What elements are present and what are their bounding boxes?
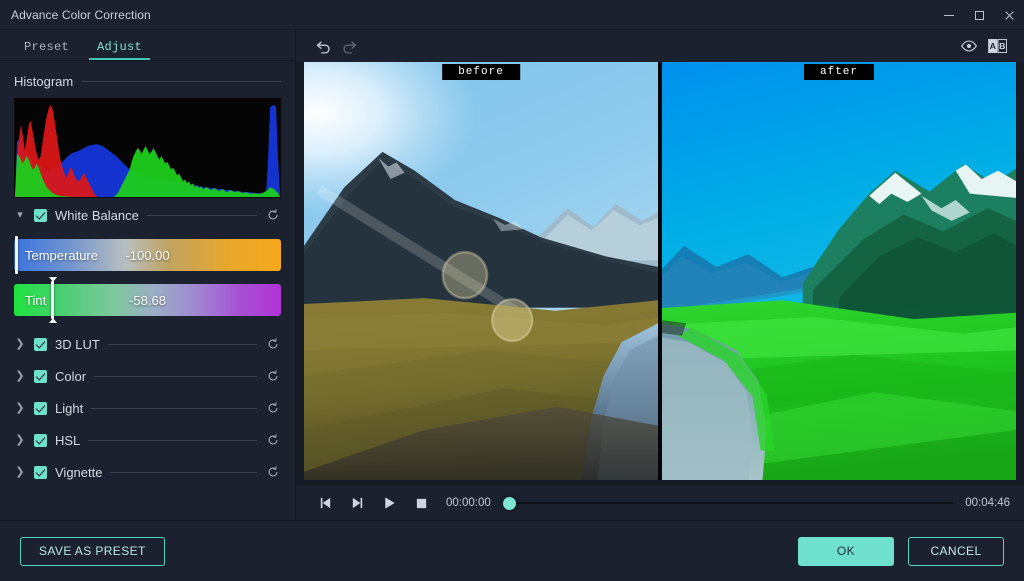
previous-frame-button[interactable] — [310, 490, 340, 516]
divider-line — [91, 408, 257, 409]
white-balance-reset-icon[interactable] — [265, 207, 281, 223]
timeline-scrubber[interactable] — [503, 496, 953, 510]
preview-after: after — [662, 62, 1016, 480]
tint-handle[interactable] — [51, 281, 54, 319]
vignette-label: Vignette — [55, 465, 102, 480]
preview-stage: before — [296, 62, 1024, 486]
hsl-reset-icon[interactable] — [265, 432, 281, 448]
next-frame-button[interactable] — [342, 490, 372, 516]
after-tag: after — [804, 64, 874, 80]
chevron-right-icon[interactable]: ❯ — [14, 467, 26, 478]
dialog-body: Preset Adjust Histogram — [0, 30, 1024, 520]
maximize-icon — [975, 11, 984, 20]
chevron-right-icon[interactable]: ❯ — [14, 435, 26, 446]
preview-panel: A B — [296, 30, 1024, 520]
color-checkbox[interactable] — [34, 370, 47, 383]
close-icon — [1004, 10, 1015, 21]
before-tag: before — [442, 64, 520, 80]
cancel-button[interactable]: CANCEL — [908, 537, 1004, 566]
preview-toolbar: A B — [296, 30, 1024, 62]
save-as-preset-button[interactable]: SAVE AS PRESET — [20, 537, 165, 566]
group-white-balance[interactable]: ▾ White Balance — [14, 200, 281, 230]
vignette-checkbox[interactable] — [34, 466, 47, 479]
title-bar: Advance Color Correction — [0, 0, 1024, 30]
light-checkbox[interactable] — [34, 402, 47, 415]
color-reset-icon[interactable] — [265, 368, 281, 384]
hsl-label: HSL — [55, 433, 80, 448]
preview-before: before — [304, 62, 658, 480]
undo-icon[interactable] — [310, 34, 336, 58]
divider-line — [108, 344, 257, 345]
group-hsl[interactable]: ❯ HSL — [14, 425, 281, 455]
temperature-handle[interactable] — [15, 236, 18, 274]
playhead-handle[interactable] — [503, 497, 516, 510]
group-light[interactable]: ❯ Light — [14, 393, 281, 423]
svg-text:A: A — [989, 41, 996, 51]
white-balance-label: White Balance — [55, 208, 139, 223]
3d-lut-label: 3D LUT — [55, 337, 100, 352]
close-button[interactable] — [994, 0, 1024, 30]
redo-icon[interactable] — [336, 34, 362, 58]
stop-button[interactable] — [406, 490, 436, 516]
temperature-label: Temperature — [14, 248, 98, 263]
chevron-right-icon[interactable]: ❯ — [14, 403, 26, 414]
maximize-button[interactable] — [964, 0, 994, 30]
panel-tabs: Preset Adjust — [0, 30, 295, 61]
divider-line — [110, 472, 257, 473]
histogram-header: Histogram — [14, 68, 281, 94]
white-balance-checkbox[interactable] — [34, 209, 47, 222]
color-label: Color — [55, 369, 86, 384]
minimize-icon — [944, 15, 954, 16]
panel-scroll-area: Histogram ▾ — [0, 61, 295, 520]
adjust-panel: Preset Adjust Histogram — [0, 30, 296, 520]
tint-label: Tint — [14, 293, 46, 308]
vignette-reset-icon[interactable] — [265, 464, 281, 480]
divider-line — [88, 440, 257, 441]
light-reset-icon[interactable] — [265, 400, 281, 416]
white-balance-sliders: Temperature -100.00 Tint -58.68 — [14, 239, 281, 316]
footer-actions: OK CANCEL — [798, 537, 1004, 566]
transport-bar: 00:00:00 00:04:46 — [296, 486, 1024, 520]
after-image — [662, 62, 1016, 480]
tint-slider[interactable]: Tint -58.68 — [14, 284, 281, 316]
eye-icon[interactable] — [956, 34, 982, 58]
window-title: Advance Color Correction — [0, 8, 151, 22]
light-label: Light — [55, 401, 83, 416]
histogram-chart — [14, 98, 281, 198]
dialog-footer: SAVE AS PRESET OK CANCEL — [0, 520, 1024, 581]
divider-line — [94, 376, 257, 377]
tint-track — [14, 284, 281, 316]
timeline-track — [512, 502, 953, 504]
before-image — [304, 62, 658, 480]
minimize-button[interactable] — [934, 0, 964, 30]
ab-compare-icon[interactable]: A B — [984, 34, 1010, 58]
window-controls — [934, 0, 1024, 30]
divider-line — [82, 81, 281, 82]
histogram-svg — [15, 99, 280, 197]
group-3d-lut[interactable]: ❯ 3D LUT — [14, 329, 281, 359]
advance-color-correction-dialog: Advance Color Correction Preset Adjust — [0, 0, 1024, 581]
play-button[interactable] — [374, 490, 404, 516]
tab-adjust[interactable]: Adjust — [83, 40, 156, 60]
hsl-checkbox[interactable] — [34, 434, 47, 447]
group-color[interactable]: ❯ Color — [14, 361, 281, 391]
chevron-right-icon[interactable]: ❯ — [14, 371, 26, 382]
3d-lut-reset-icon[interactable] — [265, 336, 281, 352]
svg-text:B: B — [999, 41, 1005, 51]
histogram-title: Histogram — [14, 74, 73, 89]
divider-line — [147, 215, 257, 216]
chevron-down-icon[interactable]: ▾ — [14, 210, 26, 221]
temperature-slider[interactable]: Temperature -100.00 — [14, 239, 281, 271]
ok-button[interactable]: OK — [798, 537, 894, 566]
tab-preset[interactable]: Preset — [10, 40, 83, 60]
preview-canvas[interactable]: before — [304, 62, 1016, 480]
current-time: 00:00:00 — [446, 497, 491, 509]
total-time: 00:04:46 — [965, 497, 1010, 509]
chevron-right-icon[interactable]: ❯ — [14, 339, 26, 350]
group-vignette[interactable]: ❯ Vignette — [14, 457, 281, 487]
3d-lut-checkbox[interactable] — [34, 338, 47, 351]
